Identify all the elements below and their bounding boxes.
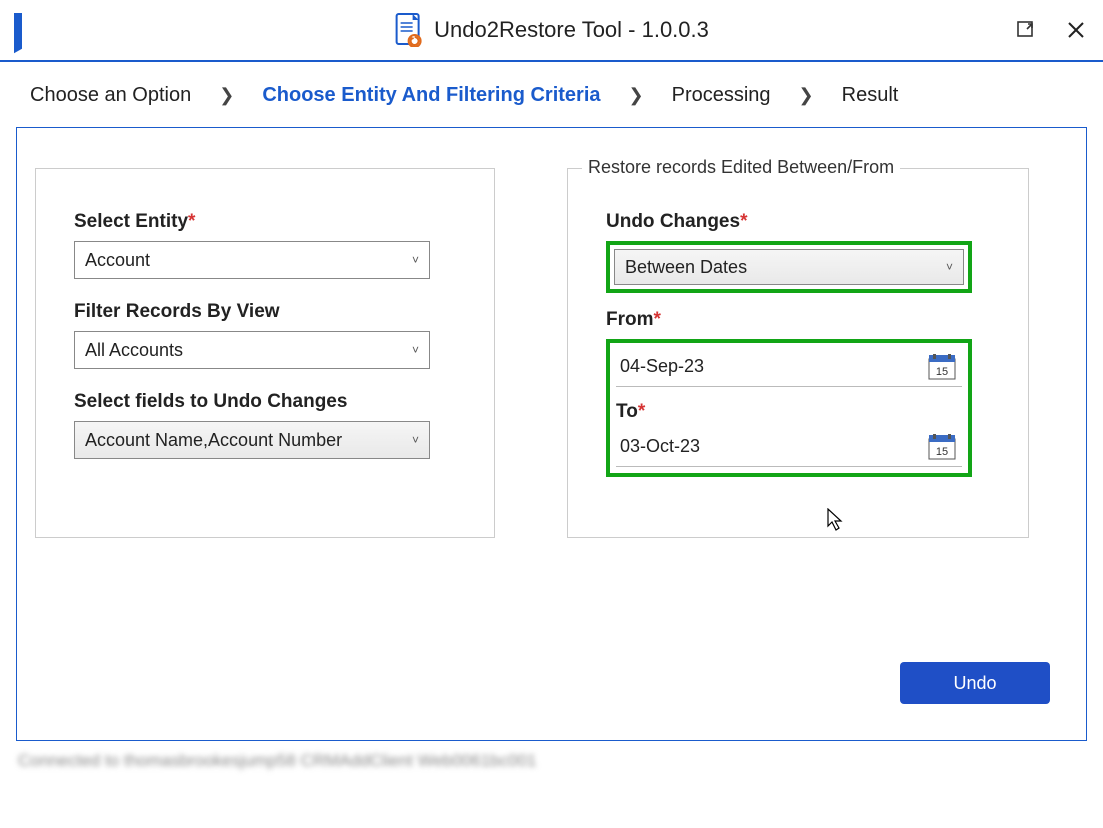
cursor-icon [827,508,845,532]
close-button[interactable] [1065,19,1087,41]
main-panel: Select Entity* Account ˅ Filter Records … [16,127,1087,741]
calendar-icon[interactable]: 15 [928,434,956,460]
chevron-down-icon: ˅ [412,433,419,447]
step-choose-entity[interactable]: Choose Entity And Filtering Criteria [262,84,600,107]
filter-records-dropdown[interactable]: All Accounts ˅ [74,331,430,369]
to-date-input[interactable]: 03-Oct-23 15 [616,427,962,467]
title-center: Undo2Restore Tool - 1.0.0.3 [394,13,709,47]
app-title: Undo2Restore Tool - 1.0.0.3 [434,17,709,43]
chevron-down-icon: ˅ [412,343,419,357]
highlight-outline: 04-Sep-23 15 To* 03-Oc [606,339,972,477]
brand-icon [14,13,22,47]
select-value: Between Dates [625,257,747,278]
date-value: 04-Sep-23 [620,356,704,377]
chevron-right-icon: ❯ [219,85,234,106]
select-fields-label: Select fields to Undo Changes [74,391,456,413]
from-label: From* [606,309,990,331]
filter-records-label: Filter Records By View [74,301,456,323]
calendar-icon[interactable]: 15 [928,354,956,380]
fieldset-legend: Restore records Edited Between/From [582,157,900,178]
required-asterisk: * [740,211,747,232]
select-value: Account Name,Account Number [85,430,342,451]
to-label: To* [616,401,962,423]
required-asterisk: * [188,211,195,232]
svg-text:15: 15 [936,446,948,458]
select-value: Account [85,250,150,271]
step-processing: Processing [672,84,771,107]
chevron-down-icon: ˅ [412,253,419,267]
chevron-right-icon: ❯ [799,85,814,106]
highlight-outline: Between Dates ˅ [606,241,972,293]
select-entity-label: Select Entity* [74,211,456,233]
required-asterisk: * [654,309,661,330]
undo-changes-dropdown[interactable]: Between Dates ˅ [614,249,964,285]
maximize-button[interactable] [1015,19,1037,41]
label-text: To [616,401,638,422]
step-choose-option[interactable]: Choose an Option [30,84,191,107]
connection-status: Connected to thomasbrookesjump58 CRMAddC… [0,741,1103,781]
title-bar: Undo2Restore Tool - 1.0.0.3 [0,0,1103,62]
chevron-down-icon: ˅ [946,260,953,274]
label-text: Select Entity [74,211,188,232]
select-fields-dropdown[interactable]: Account Name,Account Number ˅ [74,421,430,459]
chevron-right-icon: ❯ [629,85,644,106]
svg-text:15: 15 [936,366,948,378]
undo-changes-label: Undo Changes* [606,211,990,233]
select-value: All Accounts [85,340,183,361]
label-text: Undo Changes [606,211,740,232]
from-date-input[interactable]: 04-Sep-23 15 [616,347,962,387]
select-entity-dropdown[interactable]: Account ˅ [74,241,430,279]
required-asterisk: * [638,401,645,422]
label-text: From [606,309,654,330]
step-result: Result [842,84,899,107]
date-range-box: Restore records Edited Between/From Undo… [567,168,1029,538]
entity-filter-box: Select Entity* Account ˅ Filter Records … [35,168,495,538]
document-restore-icon [394,13,422,47]
undo-button[interactable]: Undo [900,662,1050,704]
date-value: 03-Oct-23 [620,436,700,457]
wizard-steps: Choose an Option ❯ Choose Entity And Fil… [0,62,1103,127]
window-controls [1015,19,1087,41]
